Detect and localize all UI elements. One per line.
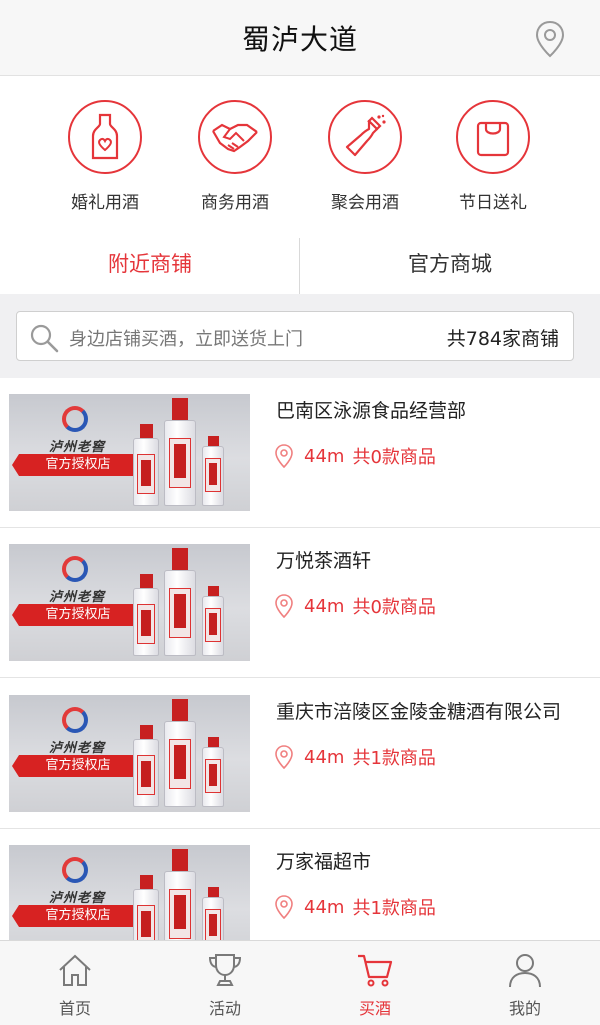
nav-mine[interactable]: 我的 (450, 941, 600, 1025)
store-tabs: 附近商铺 官方商城 (0, 234, 600, 294)
authorized-badge: 官方授权店 (12, 755, 144, 777)
brand-name: 泸州老窖 (49, 590, 106, 605)
bottle-image (133, 424, 159, 506)
nav-label: 首页 (58, 999, 91, 1018)
user-icon (509, 954, 541, 988)
bottle-image (202, 436, 224, 506)
store-row[interactable]: 泸州老窖 官方授权店 重庆市涪陵区金陵金糖酒有限公司 44m 共1款商品 (0, 679, 600, 829)
category-business-wine[interactable]: 商务用酒 (165, 100, 305, 213)
bottle-image (202, 737, 224, 807)
bottle-image (164, 849, 196, 940)
wine-bottle-heart-icon (68, 100, 142, 174)
brand-logo-icon (62, 857, 88, 883)
store-distance: 44m (304, 896, 345, 918)
store-thumbnail: 泸州老窖 官方授权店 (9, 845, 250, 940)
location-pin-icon (275, 594, 293, 618)
store-name: 万悦茶酒轩 (276, 550, 372, 572)
category-bar: 婚礼用酒 商务用酒 聚会用酒 节日送礼 (0, 77, 600, 227)
store-row[interactable]: 泸州老窖 官方授权店 巴南区泳源食品经营部 44m 共0款商品 (0, 378, 600, 528)
brand-name: 泸州老窖 (49, 741, 106, 756)
bottom-navigation: 首页 活动 买酒 我的 (0, 940, 600, 1025)
bottle-image (133, 574, 159, 656)
bottle-image (202, 887, 224, 940)
trophy-icon (208, 954, 242, 986)
category-label: 节日送礼 (459, 193, 527, 213)
store-goods-count: 共0款商品 (352, 447, 436, 468)
category-label: 聚会用酒 (331, 193, 399, 213)
bottle-image (133, 875, 159, 940)
store-goods-count: 共1款商品 (352, 748, 436, 769)
store-list: 泸州老窖 官方授权店 巴南区泳源食品经营部 44m 共0款商品 泸州老窖 官方授权店 万悦茶酒… (0, 378, 600, 940)
bottle-image (164, 699, 196, 807)
brand-name: 泸州老窖 (49, 891, 106, 906)
store-count: 共784家商铺 (446, 328, 559, 350)
store-row[interactable]: 泸州老窖 官方授权店 万家福超市 44m 共1款商品 (0, 829, 600, 940)
search-section: 身边店铺买酒，立即送货上门 共784家商铺 (0, 294, 600, 378)
location-pin-icon (275, 745, 293, 769)
store-meta: 44m 共0款商品 (274, 441, 436, 471)
store-goods-count: 共1款商品 (352, 898, 436, 919)
bottle-image (133, 725, 159, 807)
search-input[interactable]: 身边店铺买酒，立即送货上门 共784家商铺 (16, 311, 574, 361)
store-name: 万家福超市 (276, 851, 372, 873)
brand-name: 泸州老窖 (49, 440, 106, 455)
nav-home[interactable]: 首页 (0, 941, 150, 1025)
location-pin-icon (275, 444, 293, 468)
nav-label: 我的 (508, 999, 541, 1018)
store-name: 巴南区泳源食品经营部 (276, 400, 467, 422)
store-meta: 44m 共1款商品 (274, 892, 436, 922)
category-label: 婚礼用酒 (71, 193, 139, 213)
nav-activity[interactable]: 活动 (150, 941, 300, 1025)
bottle-image (202, 586, 224, 656)
champagne-bottle-icon (328, 100, 402, 174)
search-icon (30, 324, 59, 353)
category-party-wine[interactable]: 聚会用酒 (295, 100, 435, 213)
brand-logo-icon (62, 707, 88, 733)
category-holiday-gift[interactable]: 节日送礼 (423, 100, 563, 213)
store-distance: 44m (304, 595, 345, 617)
location-pin-icon (275, 895, 293, 919)
cart-icon (358, 954, 393, 987)
store-distance: 44m (304, 746, 345, 768)
nav-label: 买酒 (358, 999, 391, 1018)
store-goods-count: 共0款商品 (352, 597, 436, 618)
bottle-image (164, 548, 196, 656)
store-thumbnail: 泸州老窖 官方授权店 (9, 695, 250, 812)
home-icon (59, 954, 91, 986)
category-label: 商务用酒 (201, 193, 269, 213)
page-title: 蜀泸大道 (241, 23, 358, 56)
gift-bag-icon (456, 100, 530, 174)
handshake-icon (198, 100, 272, 174)
store-row[interactable]: 泸州老窖 官方授权店 万悦茶酒轩 44m 共0款商品 (0, 528, 600, 678)
nav-buy-wine[interactable]: 买酒 (300, 941, 450, 1025)
brand-logo-icon (62, 556, 88, 582)
authorized-badge: 官方授权店 (12, 604, 144, 626)
tab-nearby-stores[interactable]: 附近商铺 (0, 234, 300, 294)
store-name: 重庆市涪陵区金陵金糖酒有限公司 (276, 701, 562, 723)
tab-official-mall[interactable]: 官方商城 (300, 234, 600, 294)
nav-label: 活动 (208, 999, 241, 1018)
top-bar: 蜀泸大道 (0, 0, 600, 76)
authorized-badge: 官方授权店 (12, 454, 144, 476)
brand-logo-icon (62, 406, 88, 432)
bottle-image (164, 398, 196, 506)
store-thumbnail: 泸州老窖 官方授权店 (9, 394, 250, 511)
store-thumbnail: 泸州老窖 官方授权店 (9, 544, 250, 661)
store-distance: 44m (304, 445, 345, 467)
authorized-badge: 官方授权店 (12, 905, 144, 927)
search-placeholder: 身边店铺买酒，立即送货上门 (69, 329, 303, 350)
store-meta: 44m 共1款商品 (274, 742, 436, 772)
category-wedding-wine[interactable]: 婚礼用酒 (35, 100, 175, 213)
store-meta: 44m 共0款商品 (274, 591, 436, 621)
location-pin-icon[interactable] (534, 20, 566, 58)
